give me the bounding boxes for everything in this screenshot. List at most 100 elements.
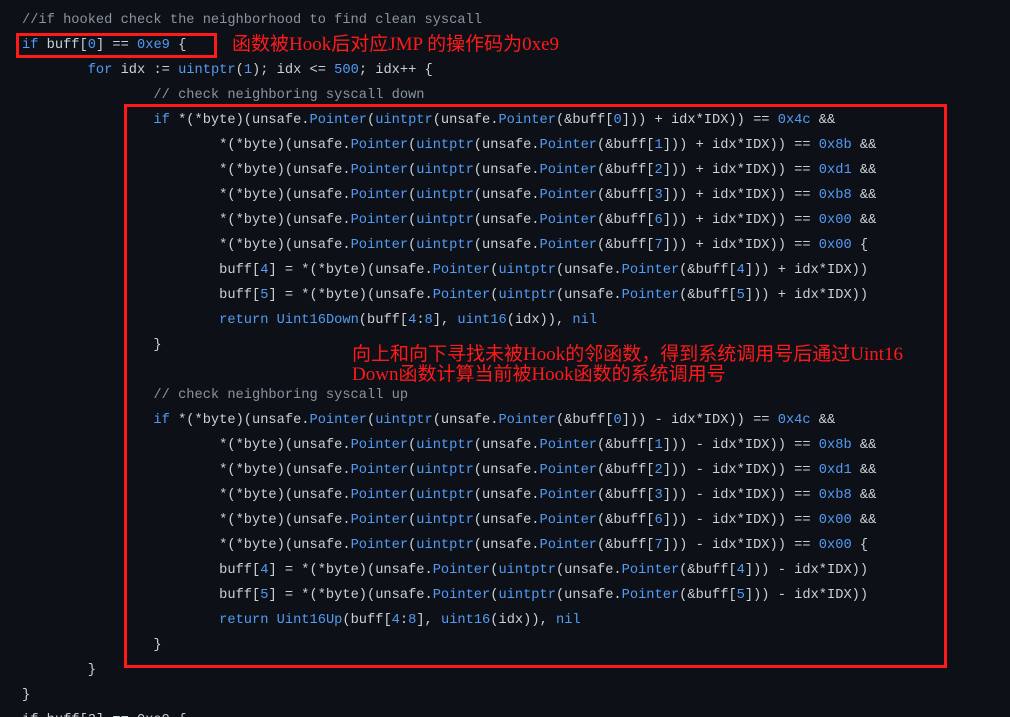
function-call-token: Pointer	[350, 488, 409, 503]
function-call-token: uintptr	[416, 513, 474, 528]
function-call-token: uintptr	[178, 63, 236, 78]
code-line: *(*byte)(unsafe.Pointer(uintptr(unsafe.P…	[22, 463, 877, 478]
function-call-token: Pointer	[309, 413, 368, 428]
function-call-token: uintptr	[416, 238, 474, 253]
number-token: 0xb8	[818, 488, 852, 503]
annotation-neighbor-search-line: 向上和向下寻找未被Hook的邻函数，得到系统调用号后通过Uint16	[352, 344, 904, 365]
number-token: 0x8b	[818, 438, 852, 453]
code-line: for idx := uintptr(1); idx <= 500; idx++…	[87, 63, 433, 78]
function-call-token: uintptr	[498, 563, 556, 578]
code-line: *(*byte)(unsafe.Pointer(uintptr(unsafe.P…	[22, 163, 877, 178]
number-token: 0xd1	[818, 163, 852, 178]
function-call-token: Uint16Down	[276, 313, 359, 328]
function-call-token: Pointer	[498, 413, 556, 428]
function-call-token: uintptr	[498, 263, 556, 278]
function-call-token: Pointer	[350, 513, 409, 528]
function-call-token: uint16	[440, 613, 491, 628]
function-call-token: uintptr	[416, 163, 474, 178]
function-call-token: Pointer	[539, 138, 598, 153]
number-token: 0xd1	[818, 463, 852, 478]
code-line: *(*byte)(unsafe.Pointer(uintptr(unsafe.P…	[22, 188, 877, 203]
function-call-token: uintptr	[416, 463, 474, 478]
code-line: buff[4] = *(*byte)(unsafe.Pointer(uintpt…	[22, 263, 869, 278]
number-token: 0x00	[818, 213, 852, 228]
number-token: 0xb8	[818, 188, 852, 203]
code-line: return Uint16Down(buff[4:8], uint16(idx)…	[219, 313, 598, 328]
function-call-token: Pointer	[350, 463, 409, 478]
number-token: 4	[736, 563, 745, 578]
code-line: // check neighboring syscall down	[22, 83, 1002, 108]
function-call-token: Pointer	[539, 488, 598, 503]
function-call-token: Pointer	[432, 288, 491, 303]
number-token: 0xe9	[137, 38, 170, 53]
number-token: 3	[654, 488, 663, 503]
function-call-token: Pointer	[539, 163, 598, 178]
code-line: *(*byte)(unsafe.Pointer(uintptr(unsafe.P…	[22, 538, 869, 553]
function-call-token: uintptr	[416, 438, 474, 453]
function-call-token: Pointer	[432, 263, 491, 278]
function-call-token: uintptr	[416, 538, 474, 553]
number-token: 1	[654, 138, 663, 153]
function-call-token: Pointer	[350, 238, 409, 253]
code-line: if *(*byte)(unsafe.Pointer(uintptr(unsaf…	[153, 413, 836, 428]
number-token: 0	[613, 413, 622, 428]
keyword-token: if	[22, 38, 39, 53]
number-token: 6	[654, 513, 663, 528]
number-token: 0	[613, 113, 622, 128]
keyword-token: for	[87, 63, 113, 78]
number-token: 2	[654, 463, 663, 478]
number-token: 0	[87, 38, 96, 53]
comment-token: // check neighboring syscall down	[153, 88, 425, 103]
function-call-token: Pointer	[350, 163, 409, 178]
number-token: 3	[654, 188, 663, 203]
keyword-token: return	[219, 613, 269, 628]
function-call-token: Pointer	[350, 188, 409, 203]
code-line: if *(*byte)(unsafe.Pointer(uintptr(unsaf…	[153, 113, 836, 128]
number-token: 4	[260, 563, 269, 578]
function-call-token: uintptr	[416, 188, 474, 203]
code-line: *(*byte)(unsafe.Pointer(uintptr(unsafe.P…	[22, 438, 877, 453]
function-call-token: Pointer	[350, 138, 409, 153]
number-token: 5	[736, 288, 745, 303]
function-call-token: uintptr	[498, 288, 556, 303]
number-token: 6	[654, 213, 663, 228]
function-call-token: uint16	[457, 313, 507, 328]
function-call-token: Pointer	[621, 263, 680, 278]
code-line: buff[4] = *(*byte)(unsafe.Pointer(uintpt…	[22, 563, 869, 578]
function-call-token: Pointer	[539, 513, 598, 528]
number-token: 0x4c	[777, 413, 811, 428]
number-token: 0x4c	[777, 113, 811, 128]
function-call-token: Pointer	[350, 438, 409, 453]
keyword-token: if	[153, 413, 170, 428]
number-token: 7	[654, 238, 663, 253]
code-line: // check neighboring syscall up	[22, 383, 1002, 408]
code-line: *(*byte)(unsafe.Pointer(uintptr(unsafe.P…	[22, 213, 877, 228]
function-call-token: Pointer	[621, 563, 680, 578]
function-call-token: Pointer	[350, 213, 409, 228]
function-call-token: uintptr	[416, 138, 474, 153]
annotation-neighbor-search: 向上和向下寻找未被Hook的邻函数，得到系统调用号后通过Uint16 Down函…	[352, 345, 903, 385]
code-line: if buff[3] == 0xe9 {	[22, 708, 1002, 717]
function-call-token: uintptr	[498, 588, 556, 603]
code-line: }	[22, 663, 96, 678]
code-line: *(*byte)(unsafe.Pointer(uintptr(unsafe.P…	[22, 488, 877, 503]
comment-token: //if hooked check the neighborhood to fi…	[22, 13, 482, 28]
code-line: *(*byte)(unsafe.Pointer(uintptr(unsafe.P…	[22, 513, 877, 528]
function-call-token: Pointer	[350, 538, 409, 553]
code-line: //if hooked check the neighborhood to fi…	[22, 8, 1002, 33]
number-token: 4	[391, 613, 400, 628]
annotation-jmp-opcode: 函数被Hook后对应JMP 的操作码为0xe9	[232, 34, 560, 55]
function-call-token: Pointer	[432, 563, 491, 578]
number-token: 500	[334, 63, 359, 78]
function-call-token: Pointer	[498, 113, 556, 128]
function-call-token: uintptr	[416, 213, 474, 228]
keyword-token: if	[153, 113, 170, 128]
number-token: 5	[736, 588, 745, 603]
number-token: 1	[654, 438, 663, 453]
number-token: 4	[260, 263, 269, 278]
function-call-token: Pointer	[539, 463, 598, 478]
code-line: }	[22, 638, 162, 653]
function-call-token: uintptr	[375, 413, 433, 428]
comment-token: // check neighboring syscall up	[153, 388, 409, 403]
function-call-token: Pointer	[309, 113, 368, 128]
